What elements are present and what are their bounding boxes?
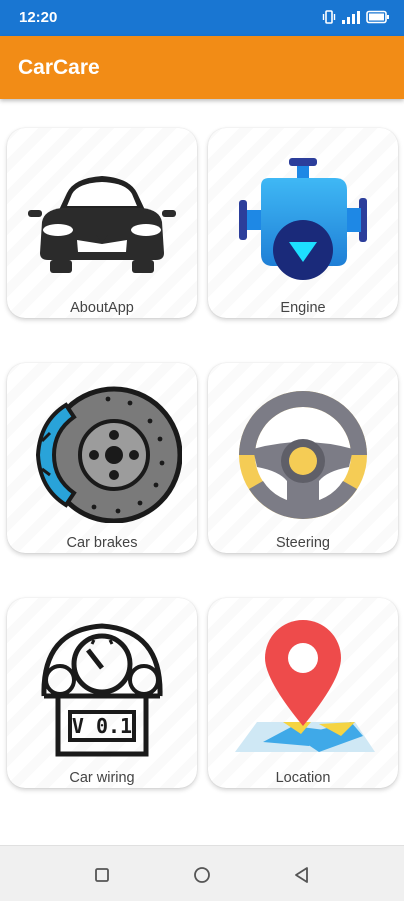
card-engine[interactable]: Engine [208,128,398,318]
card-car-wiring[interactable]: V 0.1 Car wiring [7,598,197,788]
recents-square-icon[interactable] [91,864,113,886]
back-triangle-icon[interactable] [291,864,313,886]
steering-wheel-icon [239,391,367,519]
card-steering[interactable]: Steering [208,363,398,553]
brake-disc-icon [35,386,182,523]
card-label: Car wiring [69,770,135,786]
card-location[interactable]: Location [208,598,398,788]
dashboard-gauge-icon: V 0.1 [41,623,163,757]
card-label: AboutApp [70,300,134,316]
card-label: Location [275,770,331,786]
car-front-icon [28,176,176,273]
svg-text:V 0.1: V 0.1 [72,714,132,738]
card-label: Steering [275,535,330,551]
card-label: Engine [280,300,326,316]
navigation-bar [0,845,404,901]
category-grid: AboutApp Engine Car brakes Steering V 0.… [0,0,404,845]
home-circle-icon[interactable] [191,864,213,886]
map-pin-icon [235,620,375,752]
card-label: Car brakes [66,535,138,551]
engine-icon [239,158,367,280]
card-aboutapp[interactable]: AboutApp [7,128,197,318]
card-car-brakes[interactable]: Car brakes [7,363,197,553]
